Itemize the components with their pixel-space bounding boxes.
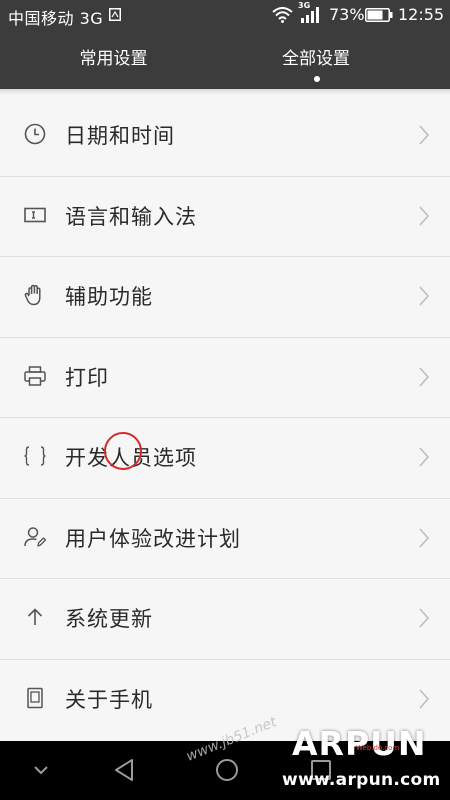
settings-item-label: 用户体验改进计划 — [65, 526, 241, 551]
tab-common-settings[interactable]: 常用设置 — [21, 30, 206, 89]
back-icon[interactable] — [110, 755, 140, 785]
settings-item-label: 打印 — [65, 365, 109, 390]
chevron-right-icon — [419, 608, 430, 628]
user-experience-icon — [22, 524, 48, 550]
settings-item-date-time[interactable]: 日期和时间 — [0, 96, 450, 177]
braces-icon — [22, 443, 48, 469]
battery-percent: 73% — [329, 5, 365, 24]
hand-icon — [22, 282, 48, 308]
watermark-url: www.arpun.com — [282, 770, 441, 790]
chevron-right-icon — [419, 527, 430, 548]
chevron-down-icon[interactable] — [26, 755, 56, 785]
tap-highlight-circle — [104, 432, 142, 470]
chevron-right-icon — [419, 447, 430, 467]
chevron-right-icon — [419, 205, 430, 226]
settings-item-developer-options[interactable]: 开发人员选项 — [0, 418, 450, 499]
settings-item-label: 辅助功能 — [65, 285, 153, 309]
keyboard-icon — [22, 202, 48, 228]
settings-screen: 中国移动 3G 3G 73% 12:55 常用设置 全部设置 日期和时间 语言和… — [0, 0, 450, 800]
signal-icon — [301, 7, 319, 23]
arrow-up-icon — [22, 604, 48, 630]
wifi-icon — [272, 7, 293, 23]
settings-item-accessibility[interactable]: 辅助功能 — [0, 257, 450, 338]
clock-icon — [22, 121, 48, 147]
carrier-label: 中国移动 3G — [8, 9, 104, 28]
chevron-right-icon — [419, 688, 430, 709]
printer-icon — [22, 363, 48, 389]
active-tab-indicator — [314, 76, 320, 82]
header-shadow — [0, 89, 450, 95]
settings-item-label: 语言和输入法 — [65, 204, 197, 229]
status-clock: 12:55 — [398, 5, 445, 24]
chevron-right-icon — [419, 286, 430, 306]
settings-list: 日期和时间 语言和输入法 辅助功能 打印 开发人员选项 用户体验改进计划 系统更… — [0, 96, 450, 740]
settings-tab-bar: 常用设置 全部设置 — [0, 30, 450, 89]
home-icon[interactable] — [212, 755, 242, 785]
settings-item-label: 关于手机 — [65, 687, 153, 712]
status-bar: 中国移动 3G 3G 73% 12:55 — [0, 0, 450, 30]
settings-item-system-update[interactable]: 系统更新 — [0, 579, 450, 660]
watermark-brand-sub: Web.do.com — [356, 744, 400, 752]
settings-item-language-input[interactable]: 语言和输入法 — [0, 177, 450, 257]
settings-item-label: 日期和时间 — [65, 124, 175, 148]
settings-item-label: 系统更新 — [65, 607, 153, 631]
settings-item-print[interactable]: 打印 — [0, 338, 450, 418]
battery-icon — [365, 8, 393, 22]
settings-item-user-experience[interactable]: 用户体验改进计划 — [0, 499, 450, 579]
chevron-right-icon — [419, 366, 430, 387]
chevron-right-icon — [419, 125, 430, 145]
phone-info-icon — [22, 685, 48, 711]
sim-card-icon — [109, 8, 121, 21]
